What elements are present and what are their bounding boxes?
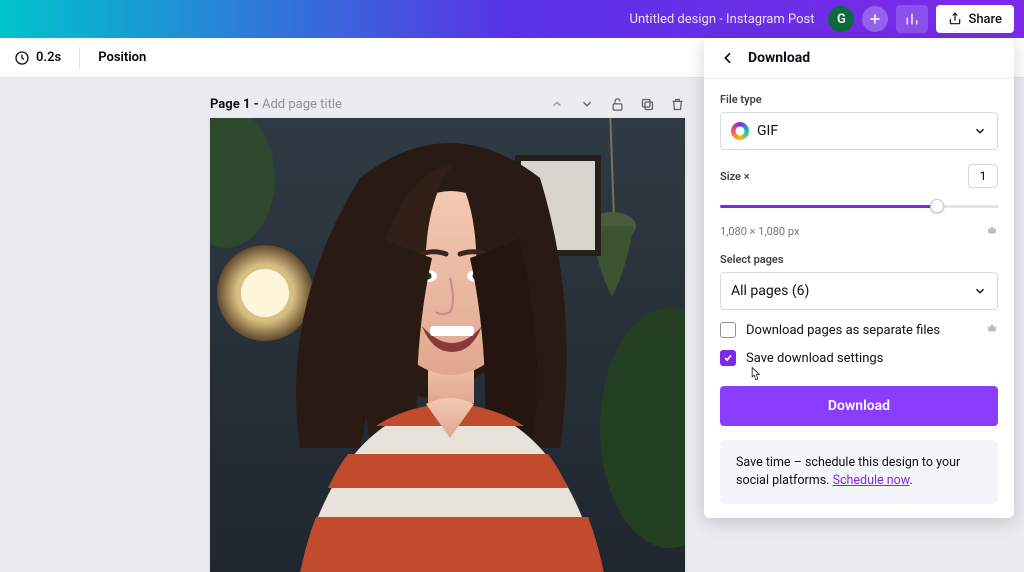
toolbar-separator — [79, 47, 80, 69]
crown-icon — [986, 224, 998, 239]
file-type-label: File type — [720, 93, 998, 106]
save-settings-label: Save download settings — [746, 351, 883, 366]
page-title-row[interactable]: Page 1 - Add page title — [210, 97, 342, 112]
slider-track-rest — [937, 205, 998, 208]
save-settings-option[interactable]: Save download settings — [720, 350, 998, 366]
share-label: Share — [968, 12, 1002, 27]
duplicate-icon — [640, 97, 655, 112]
lock-page-button[interactable] — [609, 96, 625, 112]
download-panel-title: Download — [748, 50, 810, 66]
page-actions — [549, 96, 685, 112]
slider-thumb[interactable] — [930, 199, 944, 213]
page-title-placeholder: Add page title — [262, 97, 342, 112]
design-content-image — [210, 118, 685, 572]
select-pages-dropdown[interactable]: All pages (6) — [720, 272, 998, 310]
duration-label: 0.2s — [36, 50, 61, 65]
lock-open-icon — [610, 97, 625, 112]
download-button-label: Download — [828, 398, 890, 414]
document-title[interactable]: Untitled design - Instagram Post — [630, 12, 815, 27]
duplicate-page-button[interactable] — [639, 96, 655, 112]
avatar-initial: G — [837, 12, 846, 27]
download-panel-header: Download — [704, 38, 1014, 79]
delete-page-button[interactable] — [669, 96, 685, 112]
schedule-now-link[interactable]: Schedule now — [833, 473, 910, 488]
separate-files-option[interactable]: Download pages as separate files — [720, 322, 998, 338]
analytics-button[interactable] — [896, 5, 928, 33]
schedule-tip: Save time – schedule this design to your… — [720, 440, 998, 504]
gif-icon — [731, 122, 749, 140]
app-header: Untitled design - Instagram Post G Share — [0, 0, 1024, 38]
page-number-label: Page 1 - — [210, 97, 262, 112]
user-avatar[interactable]: G — [828, 6, 854, 32]
back-button[interactable] — [720, 50, 736, 66]
select-pages-value: All pages (6) — [731, 283, 809, 299]
check-icon — [723, 353, 733, 363]
analytics-icon — [904, 11, 920, 27]
share-button[interactable]: Share — [936, 5, 1014, 33]
select-pages-label: Select pages — [720, 253, 998, 266]
page-canvas[interactable] — [210, 118, 685, 572]
add-collaborator-button[interactable] — [862, 6, 888, 32]
size-multiplier-input[interactable] — [968, 164, 998, 188]
output-dimensions: 1,080 × 1,080 px — [720, 225, 799, 238]
chevron-down-icon — [580, 97, 594, 111]
chevron-down-icon — [973, 124, 987, 138]
chevron-up-icon — [550, 97, 564, 111]
duration-button[interactable]: 0.2s — [14, 50, 61, 66]
file-type-value: GIF — [757, 123, 778, 139]
clock-icon — [14, 50, 30, 66]
trash-icon — [670, 97, 685, 112]
download-button[interactable]: Download — [720, 386, 998, 426]
share-icon — [948, 12, 962, 26]
page-header: Page 1 - Add page title — [210, 96, 685, 112]
plus-icon — [868, 12, 882, 26]
expand-down-button[interactable] — [579, 96, 595, 112]
save-settings-checkbox[interactable] — [720, 350, 736, 366]
position-button[interactable]: Position — [98, 50, 146, 65]
file-type-select[interactable]: GIF — [720, 112, 998, 150]
separate-files-checkbox[interactable] — [720, 322, 736, 338]
size-label: Size × — [720, 170, 750, 183]
crown-icon — [986, 322, 998, 338]
size-slider[interactable] — [720, 196, 998, 216]
download-panel: Download File type GIF Size × 1,080 × 1,… — [704, 38, 1014, 518]
separate-files-label: Download pages as separate files — [746, 323, 940, 338]
chevron-left-icon — [720, 50, 736, 66]
collapse-up-button[interactable] — [549, 96, 565, 112]
chevron-down-icon — [973, 284, 987, 298]
